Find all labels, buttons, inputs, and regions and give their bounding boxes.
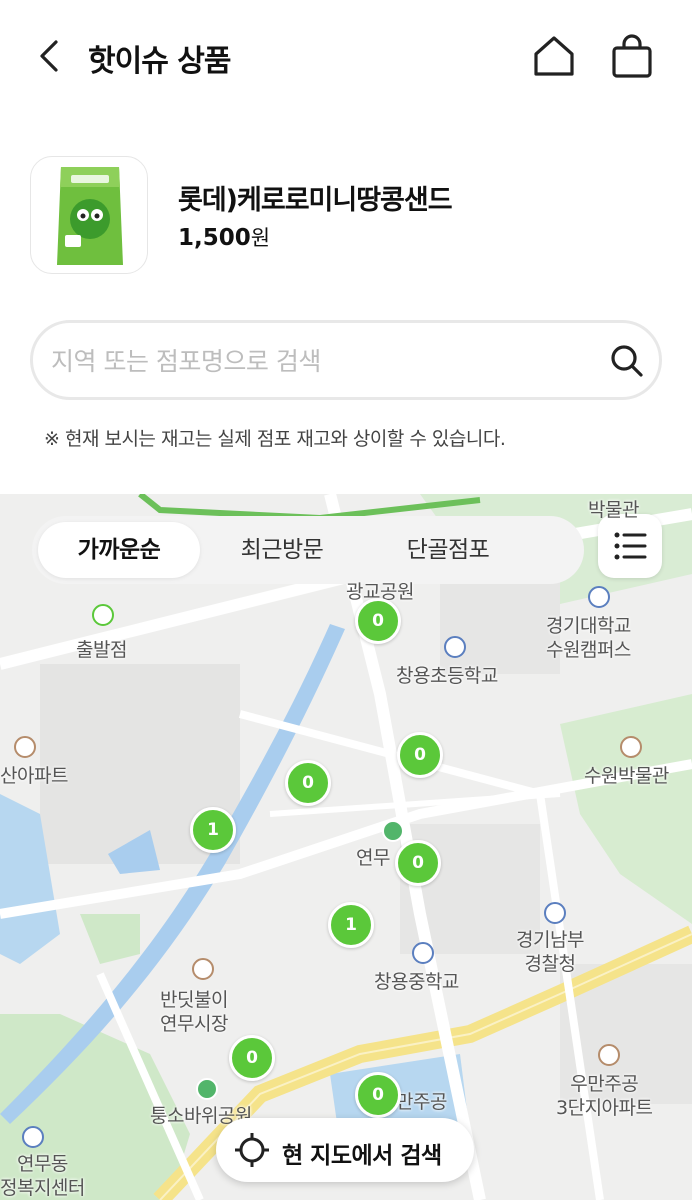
school-icon-2 [412, 942, 434, 964]
place-apt-left: 산아파트 [0, 765, 68, 787]
store-marker[interactable]: 0 [355, 1072, 401, 1118]
place-changyong-mid: 창용중학교 [374, 971, 459, 993]
place-yeonmudong: 연무동 정복지센터 [0, 1153, 85, 1199]
museum-icon [620, 736, 642, 758]
place-manjugong: 만주공 [396, 1091, 447, 1113]
apartment-icon-2 [598, 1044, 620, 1066]
office-icon [22, 1126, 44, 1148]
park-icon-2 [196, 1078, 218, 1100]
tab-favorite-store[interactable]: 단골점포 [366, 522, 530, 578]
crosshair-icon [235, 1133, 269, 1167]
place-changyong-elem: 창용초등학교 [396, 665, 498, 687]
apartment-icon [14, 736, 36, 758]
store-marker[interactable]: 0 [355, 598, 401, 644]
product-image [30, 156, 148, 274]
store-marker[interactable]: 0 [285, 760, 331, 806]
place-market: 반딧불이 연무시장 [160, 989, 228, 1035]
home-icon [534, 36, 574, 76]
shopping-bag-icon [612, 34, 652, 78]
list-view-button[interactable] [598, 514, 662, 578]
store-marker[interactable]: 1 [328, 902, 374, 948]
product-name: 롯데)케로로미니땅콩샌드 [178, 185, 453, 216]
search-button[interactable] [607, 341, 647, 381]
price-unit: 원 [250, 226, 271, 250]
start-point-icon [92, 604, 114, 626]
place-umanjugong: 우만주공 3단지아파트 [556, 1073, 653, 1119]
store-marker[interactable]: 0 [395, 840, 441, 886]
place-yeonmu: 연무 [356, 847, 390, 869]
store-search-input[interactable] [51, 341, 591, 381]
back-button[interactable] [30, 36, 70, 76]
search-icon [611, 345, 643, 377]
police-icon [544, 902, 566, 924]
store-marker[interactable]: 0 [397, 732, 443, 778]
search-this-area-label: 현 지도에서 검색 [282, 1143, 442, 1169]
store-marker[interactable]: 1 [190, 807, 236, 853]
product-price: 1,500원 [178, 222, 270, 252]
place-museum-top: 박물관 [588, 499, 639, 521]
place-start-point: 출발점 [76, 639, 127, 661]
chevron-left-icon [40, 40, 58, 72]
top-bar: 핫이슈 상품 [0, 0, 692, 112]
sort-tabs: 가까운순 최근방문 단골점포 [32, 516, 584, 584]
list-icon [614, 532, 647, 560]
cart-button[interactable] [608, 32, 656, 80]
school-icon [444, 636, 466, 658]
place-gyeonggi-police: 경기남부 경찰청 [516, 929, 584, 975]
market-icon [192, 958, 214, 980]
price-value: 1,500 [178, 225, 251, 251]
store-search-box [30, 320, 662, 400]
tab-nearest[interactable]: 가까운순 [38, 522, 200, 578]
stock-notice: ※ 현재 보시는 재고는 실제 점포 재고와 상이할 수 있습니다. [44, 428, 506, 450]
place-gyeonggi-univ: 경기대학교 수원캠퍼스 [546, 615, 631, 661]
place-suwon-museum: 수원박물관 [584, 765, 669, 787]
store-marker[interactable]: 0 [229, 1035, 275, 1081]
search-this-area-button[interactable]: 현 지도에서 검색 [216, 1118, 474, 1182]
page-title: 핫이슈 상품 [88, 44, 231, 79]
university-icon [588, 586, 610, 608]
home-button[interactable] [530, 32, 578, 80]
tab-recent-visit[interactable]: 최근방문 [202, 522, 362, 578]
store-map[interactable]: 가까운순 최근방문 단골점포 광교공원 박물관 경기대학교 수원캠퍼스 창용초등… [0, 494, 692, 1200]
park-icon [382, 820, 404, 842]
